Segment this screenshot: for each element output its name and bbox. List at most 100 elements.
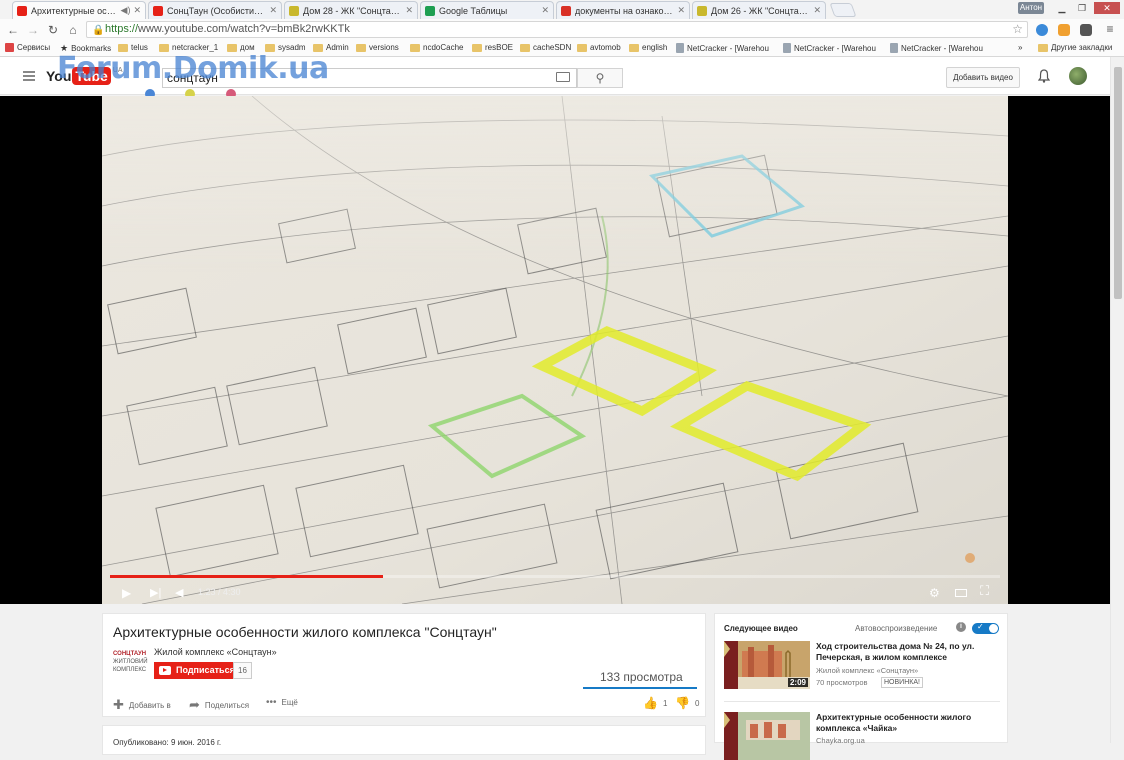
video-player[interactable]: ▶ ▶| ◀ 1:23 / 4:30 ⚙ ⛶ [0, 96, 1110, 604]
forward-arrow-icon[interactable]: → [25, 22, 41, 38]
folder-icon [577, 43, 587, 52]
url-scheme: https:// [105, 23, 139, 35]
home-icon[interactable]: ⌂ [65, 22, 81, 38]
reload-icon[interactable]: ↻ [45, 22, 61, 38]
bookmark-folder-ncdocache[interactable]: ncdoCache [410, 43, 463, 52]
bookmark-folder-resboe[interactable]: resBOE [472, 43, 513, 52]
add-to-button[interactable]: ✚ Добавить в [113, 697, 171, 713]
tab-architectural-features[interactable]: Архитектурные особенн ◀) ✕ [12, 1, 146, 19]
page-icon [890, 43, 898, 53]
settings-gear-icon[interactable]: ⚙ [929, 586, 940, 600]
tab-close-icon[interactable]: ✕ [269, 5, 277, 16]
bookmark-star-icon[interactable]: ☆ [1012, 22, 1023, 37]
dislike-button[interactable]: 👎 0 [675, 696, 699, 710]
info-icon[interactable]: i [956, 622, 966, 632]
more-label: Ещё [281, 698, 298, 707]
tab-documents[interactable]: документы на ознакомлен ✕ [556, 1, 690, 19]
bookmark-netcracker-2[interactable]: NetCracker - [Warehou [783, 43, 876, 53]
tab-title: документы на ознакомлен [575, 5, 675, 16]
bookmark-apps[interactable]: Сервисы [5, 43, 50, 52]
chrome-menu-icon[interactable]: ≡ [1102, 21, 1118, 37]
recommended-views: 70 просмотров [816, 678, 868, 687]
bookmark-label: Другие закладки [1051, 43, 1113, 52]
video-frame[interactable] [102, 96, 1008, 604]
folder-icon [472, 43, 482, 52]
tab-house-28[interactable]: Дом 28 - ЖК "Сонцтаун" - С ✕ [284, 1, 418, 19]
subscribe-label: Подписаться [176, 665, 235, 675]
hamburger-menu-icon[interactable] [23, 71, 35, 81]
add-video-button[interactable]: Добавить видео [946, 67, 1020, 88]
folder-icon [410, 43, 420, 52]
theater-mode-icon[interactable] [955, 589, 967, 597]
tab-google-sheets[interactable]: Google Таблицы ✕ [420, 1, 554, 19]
tab-title: Дом 26 - ЖК "Сонцтаун" - С [711, 5, 811, 16]
browser-toolbar: ← → ↻ ⌂ 🔒 https://www.youtube.com/watch?… [0, 19, 1124, 41]
extension-globe-icon[interactable] [1036, 24, 1048, 36]
url-text: www.youtube.com/watch?v=bmBk2rwKKTk [138, 23, 350, 35]
page-scrollbar[interactable] [1110, 57, 1124, 743]
like-button[interactable]: 👍 1 [643, 696, 667, 710]
tab-title: Архитектурные особенн [31, 5, 118, 16]
channel-name-link[interactable]: Жилой комплекс «Сонцтаун» [154, 647, 277, 657]
address-bar[interactable]: 🔒 https://www.youtube.com/watch?v=bmBk2r… [86, 21, 1028, 38]
bookmark-folder-versions[interactable]: versions [356, 43, 399, 52]
back-arrow-icon[interactable]: ← [5, 22, 21, 38]
fullscreen-icon[interactable]: ⛶ [980, 583, 989, 599]
volume-icon[interactable]: ◀ [175, 586, 183, 599]
bookmark-overflow-chevron[interactable]: » [1018, 43, 1022, 52]
bookmark-other-folder[interactable]: Другие закладки [1038, 43, 1112, 52]
tab-title: СонцТаун (Особистий погля [167, 5, 267, 16]
more-button[interactable]: ••• Ещё [266, 697, 298, 708]
bookmark-folder-avtomob[interactable]: avtomob [577, 43, 621, 52]
keyboard-icon[interactable] [556, 72, 570, 82]
autoplay-toggle[interactable]: ✓ [972, 622, 999, 634]
tab-close-icon[interactable]: ✕ [133, 5, 141, 16]
close-window-icon[interactable]: ✕ [1094, 2, 1120, 14]
next-button[interactable]: ▶| [150, 586, 161, 599]
progress-bar[interactable] [110, 575, 1000, 578]
channel-logo[interactable]: СОНЦТАУН ЖИТЛОВИЙ КОМПЛЕКС [113, 650, 148, 680]
extension-dark-icon[interactable] [1080, 24, 1092, 36]
recommended-video-title[interactable]: Архитектурные особенности жилого комплек… [816, 712, 996, 734]
restore-icon[interactable]: ❐ [1072, 2, 1092, 14]
tab-close-icon[interactable]: ✕ [813, 5, 821, 16]
bookmark-label: cacheSDN [533, 43, 572, 52]
new-tab-button[interactable] [829, 3, 857, 17]
video-thumbnail[interactable]: 2:09 [724, 641, 810, 689]
share-button[interactable]: ➦ Поделиться [189, 697, 249, 713]
tab-close-icon[interactable]: ✕ [405, 5, 413, 16]
subscribe-button[interactable]: Подписаться [154, 662, 241, 679]
channel-logo-line: КОМПЛЕКС [113, 667, 147, 673]
bookmark-netcracker-3[interactable]: NetCracker - [Warehou [890, 43, 983, 53]
play-button[interactable]: ▶ [122, 586, 131, 600]
scrollbar-thumb[interactable] [1114, 67, 1122, 299]
search-icon: ⚲ [595, 71, 605, 85]
up-next-heading: Следующее видео [724, 624, 798, 633]
bookmark-label: resBOE [485, 43, 514, 52]
check-icon: ✓ [977, 622, 984, 631]
tab-sontstaun-review[interactable]: СонцТаун (Особистий погля ✕ [148, 1, 282, 19]
youtube-favicon-icon [153, 5, 163, 16]
video-thumbnail[interactable] [724, 712, 810, 760]
notifications-bell-icon[interactable] [1038, 69, 1050, 83]
tab-close-icon[interactable]: ✕ [677, 5, 685, 16]
recommended-video-title[interactable]: Ход строительства дома № 24, по ул. Пече… [816, 641, 996, 663]
youtube-favicon-icon [17, 5, 27, 16]
search-button[interactable]: ⚲ [577, 68, 623, 88]
avatar[interactable] [1069, 67, 1087, 85]
minimize-icon[interactable]: ▁ [1052, 2, 1072, 14]
bookmark-label: NetCracker - [Warehou [901, 43, 983, 53]
profile-button[interactable]: Антон [1018, 2, 1044, 14]
tab-title: Дом 28 - ЖК "Сонцтаун" - С [303, 5, 403, 16]
dislike-count: 0 [694, 698, 700, 708]
tab-close-icon[interactable]: ✕ [541, 5, 549, 16]
bookmark-netcracker-1[interactable]: NetCracker - [Warehou [676, 43, 769, 53]
thumbs-up-icon: 👍 [643, 696, 658, 710]
extension-grid-icon[interactable] [1058, 24, 1070, 36]
bookmark-folder-cachesdn[interactable]: cacheSDN [520, 43, 571, 52]
autoplay-label: Автовоспроизведение [855, 624, 938, 633]
tab-house-26[interactable]: Дом 26 - ЖК "Сонцтаун" - С ✕ [692, 1, 826, 19]
share-label: Поделиться [204, 700, 250, 710]
bookmark-label: Сервисы [17, 43, 51, 52]
bookmark-folder-english[interactable]: english [629, 43, 667, 52]
